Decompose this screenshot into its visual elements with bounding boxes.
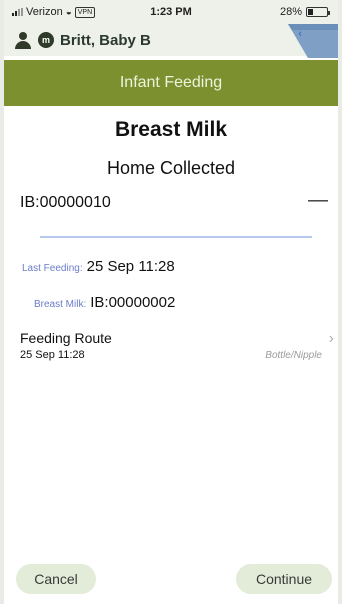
cancel-button[interactable]: Cancel (16, 564, 96, 594)
feeding-route-title: Feeding Route (20, 330, 112, 346)
chevron-right-icon: › (328, 330, 334, 347)
last-feeding-value: 25 Sep 11:28 (86, 258, 175, 275)
breast-milk-row: Breast Milk: IB:00000002 (34, 294, 175, 311)
status-right: 28% (279, 6, 330, 18)
breast-milk-label: Breast Milk: (34, 299, 87, 310)
divider (40, 236, 312, 238)
last-feeding-label: Last Feeding: (22, 263, 83, 274)
patient-badge: m (38, 32, 54, 48)
milk-type-heading: Breast Milk (114, 118, 228, 141)
battery-icon (306, 7, 330, 17)
page-title: Infant Feeding (4, 60, 338, 106)
milk-source: Home Collected (106, 158, 236, 178)
breast-milk-value: IB:00000002 (90, 294, 176, 311)
battery-percent: 28% (279, 6, 302, 18)
continue-button[interactable]: Continue (236, 564, 332, 594)
expand-corner-tab[interactable] (278, 24, 338, 58)
person-icon (14, 31, 32, 49)
battery-level (308, 9, 313, 15)
patient-name: Britt, Baby B (60, 31, 151, 49)
feeding-route-row[interactable]: Feeding Route 25 Sep 11:28 Bottle/Nipple… (20, 330, 334, 370)
chevron-left-icon[interactable]: ‹ (298, 28, 302, 40)
feeding-route-value: Bottle/Nipple (265, 350, 322, 361)
status-bar: Verizon ◒ VPN 1:23 PM 28% (4, 0, 338, 24)
barcode-id: IB:00000010 (20, 194, 111, 211)
collapse-button[interactable]: — (308, 190, 328, 210)
app-screen: Verizon ◒ VPN 1:23 PM 28% m Britt, Baby … (4, 0, 338, 604)
last-feeding-row: Last Feeding: 25 Sep 11:28 (22, 258, 175, 275)
